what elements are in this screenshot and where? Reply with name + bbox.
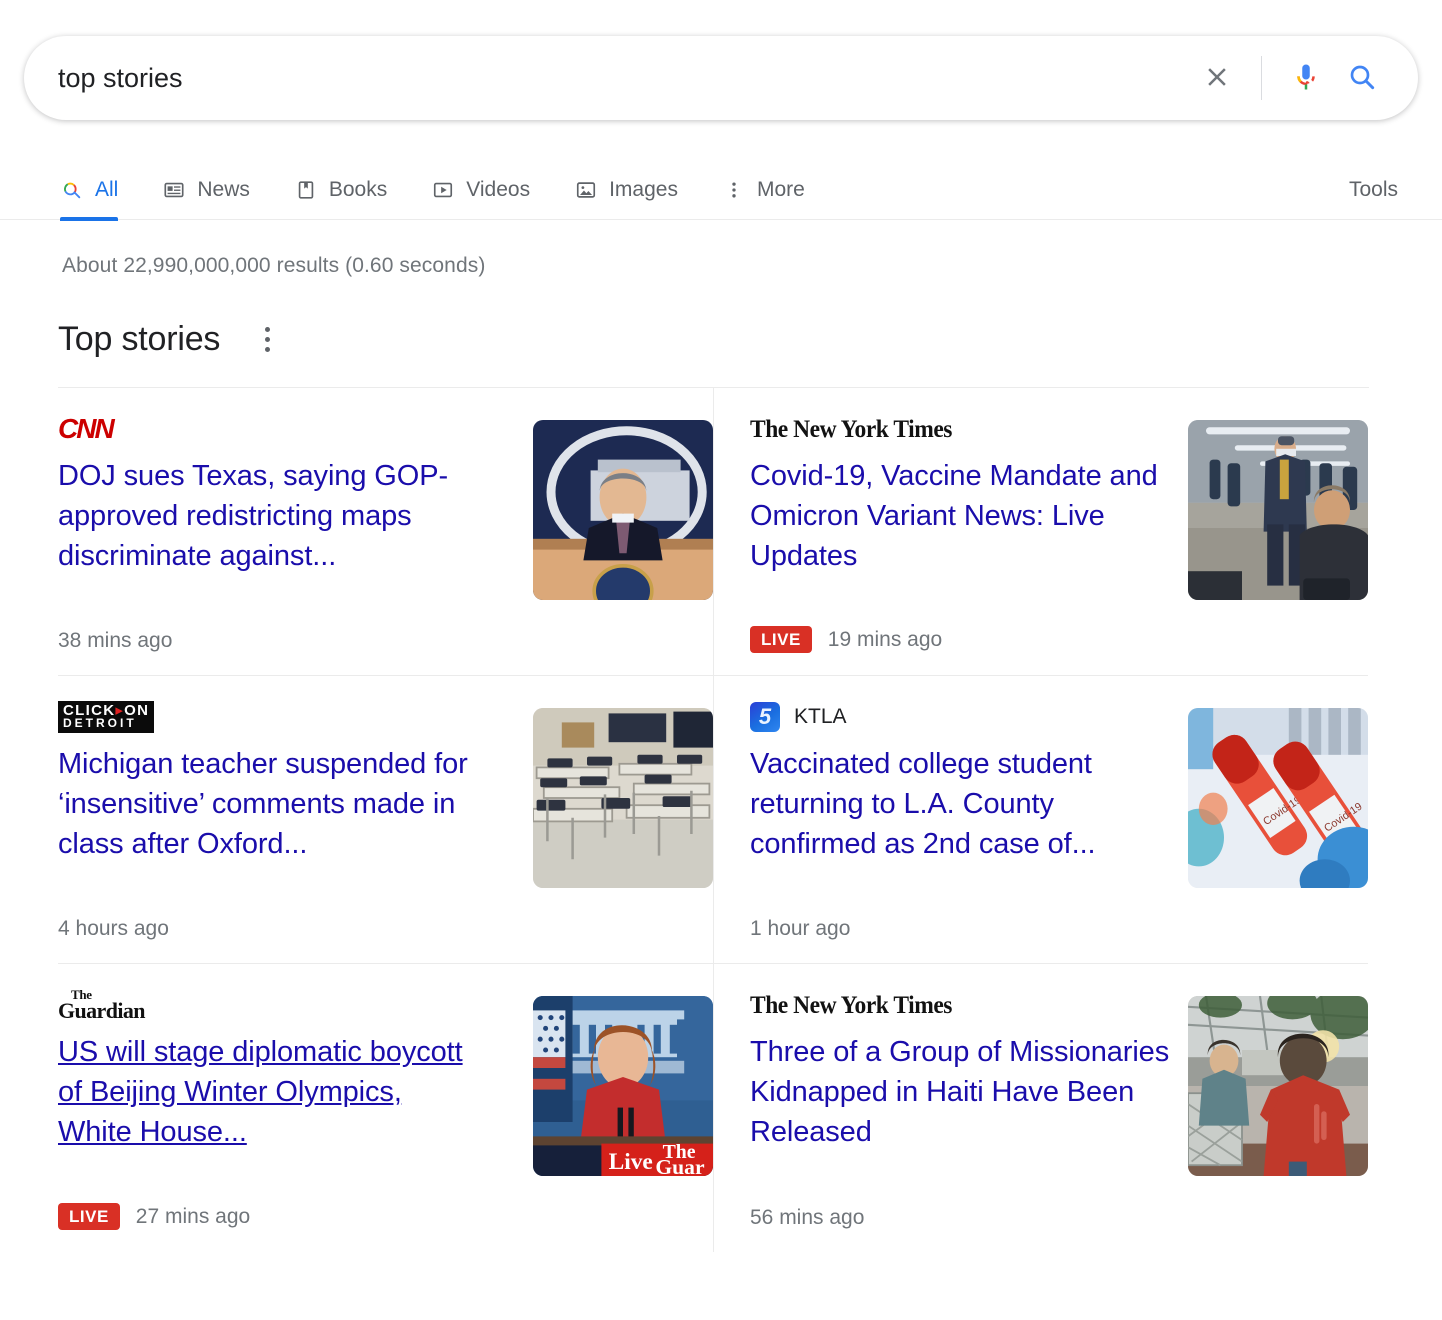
top-stories-grid: CNN DOJ sues Texas, saying GOP-approved … [58,387,1369,1252]
tab-videos[interactable]: Videos [409,178,552,220]
story-timestamp: 4 hours ago [58,917,169,941]
story-source: The New York Times [750,412,1170,446]
story-source: The New York Times [750,988,1170,1022]
story-footer: 4 hours ago [58,891,478,941]
story-content: The New York Times Three of a Group of M… [750,988,1170,1230]
cnn-logo: CNN [58,415,113,443]
story-headline[interactable]: Vaccinated college student returning to … [750,744,1170,864]
story-card[interactable]: CNN DOJ sues Texas, saying GOP-approved … [58,388,713,676]
close-icon [1202,62,1232,95]
image-icon [574,178,598,202]
tab-all[interactable]: All [38,178,140,220]
top-stories-options-button[interactable] [250,323,284,357]
story-card[interactable]: The New York Times Covid-19, Vaccine Man… [714,388,1368,676]
story-thumbnail[interactable] [533,708,713,888]
story-source: CLICK▸ONDETROIT [58,700,478,734]
story-timestamp: 38 mins ago [58,629,172,653]
book-icon [294,178,318,202]
story-footer: LIVE 19 mins ago [750,600,1170,653]
story-content: TheGuardian US will stage diplomatic boy… [58,988,478,1230]
top-stories-header: Top stories [58,320,1370,387]
story-timestamp: 19 mins ago [828,628,942,652]
voice-search-button[interactable] [1278,50,1334,106]
tab-label-videos: Videos [466,178,530,202]
search-bar[interactable] [24,36,1418,120]
top-stories-column-right: The New York Times Covid-19, Vaccine Man… [713,388,1368,1252]
microphone-icon [1291,62,1321,95]
live-badge: LIVE [750,626,812,653]
more-options-icon [265,347,270,352]
story-card[interactable]: 5 KTLA Vaccinated college student return… [714,676,1368,964]
story-headline[interactable]: Michigan teacher suspended for ‘insensit… [58,744,478,864]
tab-label-all: All [95,178,118,202]
search-icon [60,178,84,202]
search-submit-button[interactable] [1334,50,1390,106]
search-bar-container [0,0,1442,120]
video-icon [431,178,455,202]
story-footer: 1 hour ago [750,891,1170,941]
top-stories-title: Top stories [58,320,220,359]
guardian-logo: TheGuardian [58,988,145,1022]
story-content: 5 KTLA Vaccinated college student return… [750,700,1170,941]
top-stories-column-left: CNN DOJ sues Texas, saying GOP-approved … [58,388,713,1252]
more-options-icon [265,337,270,342]
story-card[interactable]: The New York Times Three of a Group of M… [714,964,1368,1252]
kebab-icon [722,178,746,202]
search-bar-actions [1189,50,1390,106]
svg-text:Guar: Guar [655,1155,705,1176]
story-timestamp: 27 mins ago [136,1205,250,1229]
story-content: CLICK▸ONDETROIT Michigan teacher suspend… [58,700,478,941]
search-icon [1346,61,1378,96]
tab-label-images: Images [609,178,678,202]
nyt-logo: The New York Times [750,993,952,1018]
tools-button[interactable]: Tools [1329,178,1418,220]
search-nav-bar: All News Books [0,152,1442,220]
story-footer: 38 mins ago [58,603,478,653]
search-input[interactable] [58,63,1189,94]
tab-label-more: More [757,178,805,202]
story-headline[interactable]: DOJ sues Texas, saying GOP-approved redi… [58,456,478,576]
search-tabs: All News Books [38,178,827,220]
tab-news[interactable]: News [140,178,272,220]
story-thumbnail[interactable]: Live The Guar [533,996,713,1176]
story-thumbnail[interactable]: Covid-19 Covid-19 [1188,708,1368,888]
story-thumbnail[interactable] [533,420,713,600]
tab-label-books: Books [329,178,387,202]
result-stats: About 22,990,000,000 results (0.60 secon… [0,220,1442,278]
svg-text:Live: Live [609,1149,653,1175]
story-footer: 56 mins ago [750,1180,1170,1230]
story-thumbnail[interactable] [1188,996,1368,1176]
ktla-logo: 5 [750,702,780,732]
search-bar-divider [1261,56,1262,100]
clear-search-button[interactable] [1189,50,1245,106]
tab-label-news: News [197,178,250,202]
story-headline[interactable]: Covid-19, Vaccine Mandate and Omicron Va… [750,456,1170,576]
tab-books[interactable]: Books [272,178,409,220]
more-options-icon [265,327,270,332]
story-headline[interactable]: Three of a Group of Missionaries Kidnapp… [750,1032,1170,1152]
top-stories-section: Top stories CNN DOJ sues Texas, saying G… [0,320,1370,1252]
story-headline[interactable]: US will stage diplomatic boycott of Beij… [58,1032,478,1152]
story-timestamp: 1 hour ago [750,917,850,941]
story-source: CNN [58,412,478,446]
story-card[interactable]: CLICK▸ONDETROIT Michigan teacher suspend… [58,676,713,964]
story-footer: LIVE 27 mins ago [58,1177,478,1230]
tab-images[interactable]: Images [552,178,700,220]
clickondetroit-logo: CLICK▸ONDETROIT [58,701,154,733]
story-thumbnail[interactable] [1188,420,1368,600]
story-content: The New York Times Covid-19, Vaccine Man… [750,412,1170,653]
live-badge: LIVE [58,1203,120,1230]
story-card[interactable]: TheGuardian US will stage diplomatic boy… [58,964,713,1252]
nyt-logo: The New York Times [750,417,952,442]
story-timestamp: 56 mins ago [750,1206,864,1230]
story-source: TheGuardian [58,988,478,1022]
story-content: CNN DOJ sues Texas, saying GOP-approved … [58,412,478,653]
news-icon [162,178,186,202]
story-source: 5 KTLA [750,700,1170,734]
story-source-name: KTLA [794,705,847,729]
tab-more[interactable]: More [700,178,827,220]
